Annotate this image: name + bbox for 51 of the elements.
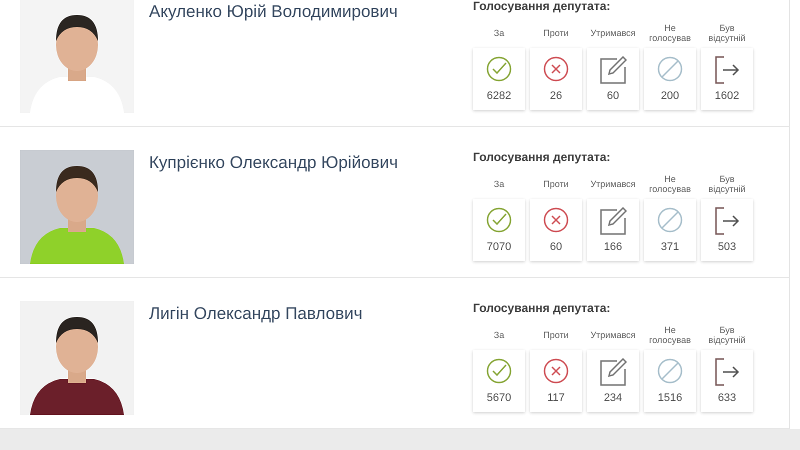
- vote-label: За: [492, 178, 506, 191]
- votes-heading: Голосування депутата:: [473, 300, 612, 316]
- pencil-square-icon: [599, 207, 627, 235]
- prohibited-icon: [657, 56, 683, 82]
- vote-count: 1602: [714, 88, 740, 104]
- vote-label: Не голосував: [648, 22, 692, 45]
- vote-label: Проти: [542, 329, 570, 342]
- cross-circle-icon: [543, 56, 569, 82]
- vote-label: Був відсутній: [707, 324, 747, 347]
- vote-count: 234: [604, 390, 622, 406]
- prohibited-icon: [657, 358, 683, 384]
- vote-count: 60: [606, 88, 620, 104]
- exit-icon: [714, 56, 740, 84]
- vote-count: 1516: [658, 390, 682, 406]
- vote-count: 117: [547, 390, 565, 406]
- vote-count: 7070: [486, 240, 512, 254]
- vote-count: 5670: [486, 390, 512, 406]
- vote-label: Проти: [542, 178, 570, 191]
- vote-label: За: [492, 27, 506, 40]
- vote-count: 6282: [486, 88, 512, 104]
- vote-count: 503: [718, 240, 736, 254]
- check-circle-icon: [486, 207, 512, 233]
- vote-label: Утримався: [589, 329, 637, 342]
- exit-icon: [714, 207, 740, 235]
- vote-label: За: [492, 329, 506, 342]
- vote-count: 166: [604, 240, 622, 254]
- vote-label: Був відсутній: [707, 173, 747, 196]
- votes-heading: Голосування депутата:: [473, 0, 612, 14]
- prohibited-icon: [657, 207, 683, 233]
- deputy-name[interactable]: Лигін Олександр Павлович: [149, 303, 469, 325]
- vote-count: 200: [660, 88, 680, 104]
- vote-label: Був відсутній: [707, 22, 747, 45]
- vote-count: 371: [660, 240, 680, 254]
- vote-count: 633: [718, 390, 736, 406]
- pencil-square-icon: [599, 56, 627, 84]
- check-circle-icon: [486, 358, 512, 384]
- votes-heading: Голосування депутата:: [473, 149, 612, 165]
- check-circle-icon: [486, 56, 512, 82]
- vote-label: Проти: [542, 27, 570, 40]
- cross-circle-icon: [543, 207, 569, 233]
- vote-label: Не голосував: [648, 173, 692, 196]
- vote-count: 26: [550, 88, 562, 104]
- deputy-name[interactable]: Купрієнко Олександр Юрійович: [149, 152, 469, 174]
- pencil-square-icon: [599, 358, 627, 386]
- vote-count: 60: [550, 240, 562, 254]
- vote-label: Утримався: [589, 27, 637, 40]
- exit-icon: [714, 358, 740, 386]
- cross-circle-icon: [543, 358, 569, 384]
- deputy-name[interactable]: Акуленко Юрій Володимирович: [149, 1, 469, 23]
- vote-label: Не голосував: [648, 324, 692, 347]
- vote-label: Утримався: [589, 178, 637, 191]
